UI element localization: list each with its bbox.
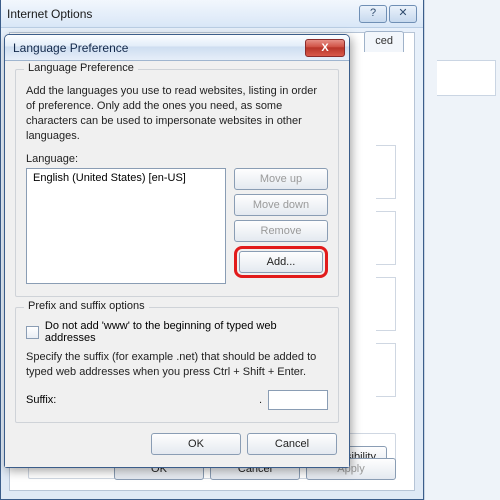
parent-help-button[interactable]: ?: [359, 5, 387, 23]
move-down-button[interactable]: Move down: [234, 194, 328, 216]
add-button-highlight: Add...: [234, 246, 328, 278]
prefix-suffix-group: Prefix and suffix options Do not add 'ww…: [15, 307, 339, 423]
dialog-body: Language Preference Add the languages yo…: [5, 61, 349, 467]
help-icon: ?: [370, 8, 376, 19]
move-up-button[interactable]: Move up: [234, 168, 328, 190]
dialog-ok-button[interactable]: OK: [151, 433, 241, 455]
www-checkbox[interactable]: [26, 326, 39, 339]
list-item[interactable]: English (United States) [en-US]: [31, 171, 221, 185]
background-strip: [424, 0, 500, 500]
add-button[interactable]: Add...: [239, 251, 323, 273]
language-side-buttons: Move up Move down Remove Add...: [234, 168, 328, 278]
parent-title: Internet Options: [7, 7, 357, 21]
language-preference-group: Language Preference Add the languages yo…: [15, 69, 339, 297]
group2-description: Specify the suffix (for example .net) th…: [26, 350, 328, 380]
suffix-input[interactable]: [268, 390, 328, 410]
group1-description: Add the languages you use to read websit…: [26, 84, 328, 143]
language-preference-dialog: Language Preference X Language Preferenc…: [4, 34, 350, 468]
dialog-titlebar: Language Preference X: [5, 35, 349, 61]
www-checkbox-label: Do not add 'www' to the beginning of typ…: [45, 320, 328, 344]
dialog-close-button[interactable]: X: [305, 39, 345, 57]
suffix-dot: .: [259, 394, 262, 406]
tab-advanced-clipped[interactable]: ced: [364, 31, 404, 52]
language-listbox[interactable]: English (United States) [en-US]: [26, 168, 226, 284]
close-icon: X: [321, 42, 328, 54]
parent-close-button[interactable]: ✕: [389, 5, 417, 23]
dialog-footer: OK Cancel: [15, 433, 339, 457]
ghost-groups: [376, 145, 396, 409]
parent-titlebar: Internet Options ? ✕: [1, 0, 423, 28]
suffix-label: Suffix:: [26, 394, 56, 406]
language-label: Language:: [26, 153, 328, 165]
parent-tabstrip: ced: [362, 31, 404, 52]
close-icon: ✕: [398, 8, 407, 19]
dialog-title: Language Preference: [13, 41, 305, 55]
group2-legend: Prefix and suffix options: [24, 300, 149, 312]
group1-legend: Language Preference: [24, 62, 138, 74]
remove-button[interactable]: Remove: [234, 220, 328, 242]
dialog-cancel-button[interactable]: Cancel: [247, 433, 337, 455]
